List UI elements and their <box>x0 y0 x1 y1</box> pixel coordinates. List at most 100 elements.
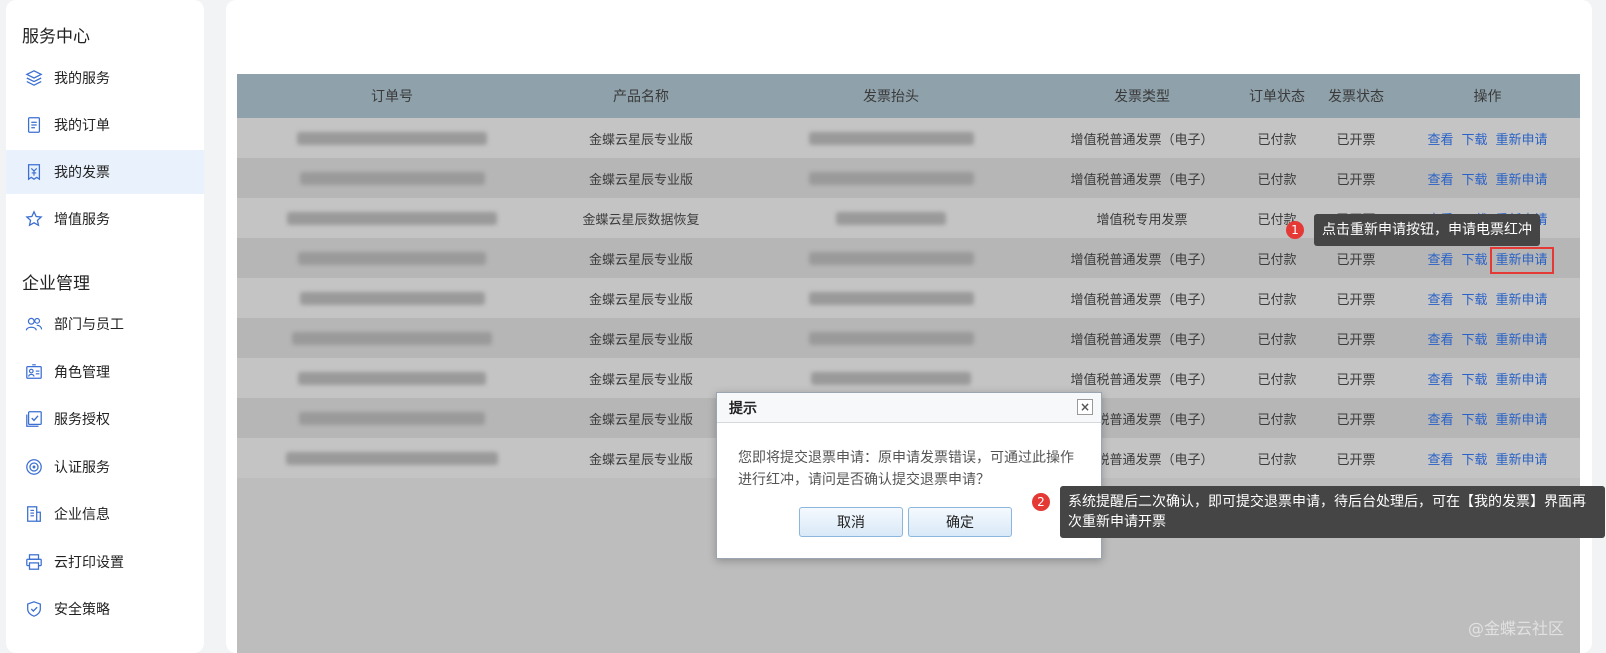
sidebar-item-label: 企业信息 <box>54 507 110 523</box>
download-link[interactable]: 下载 <box>1461 173 1487 188</box>
download-link[interactable]: 下载 <box>1461 373 1487 388</box>
watermark: @金蝶云社区 <box>1467 619 1564 638</box>
view-link[interactable]: 查看 <box>1427 173 1453 188</box>
download-link[interactable]: 下载 <box>1461 293 1487 308</box>
cell-product-name: 金蝶云星辰数据恢复 <box>582 212 700 228</box>
view-link[interactable]: 查看 <box>1427 293 1453 308</box>
cell-invoice-title <box>735 238 1047 278</box>
redacted-invoice-title <box>808 171 974 185</box>
authorize-check-icon <box>24 409 44 429</box>
star-icon <box>24 209 44 229</box>
sidebar-item-security[interactable]: 安全策略 <box>6 587 204 631</box>
sidebar-item-certification[interactable]: 认证服务 <box>6 445 204 489</box>
view-link[interactable]: 查看 <box>1427 253 1453 268</box>
reapply-link[interactable]: 重新申请 <box>1489 246 1554 274</box>
redacted-order-number <box>299 291 485 305</box>
download-link[interactable]: 下载 <box>1461 453 1487 468</box>
sidebar-item-my-orders[interactable]: 我的订单 <box>6 103 204 147</box>
view-link[interactable]: 查看 <box>1427 373 1453 388</box>
confirm-dialog: 提示 × 您即将提交退票申请：原申请发票错误，可通过此操作进行红冲，请问是否确认… <box>716 392 1102 559</box>
cell-invoice-status: 已开票 <box>1336 412 1376 428</box>
cell-order-status: 已付款 <box>1257 252 1297 268</box>
cell-order-status: 已付款 <box>1257 212 1297 228</box>
header-order-number: 订单号 <box>371 89 413 105</box>
sidebar-item-label: 部门与员工 <box>54 317 124 333</box>
cell-order-status: 已付款 <box>1257 332 1297 348</box>
reapply-link[interactable]: 重新申请 <box>1496 333 1548 348</box>
cell-invoice-title <box>735 158 1047 198</box>
cell-invoice-title <box>735 278 1047 318</box>
sidebar-item-label: 我的发票 <box>54 165 110 181</box>
cell-order-number <box>237 358 547 398</box>
cell-product-name: 金蝶云星辰专业版 <box>588 132 693 148</box>
cancel-button[interactable]: 取消 <box>799 507 903 537</box>
cell-invoice-type: 增值税普通发票（电子） <box>1070 172 1214 188</box>
cell-invoice-status: 已开票 <box>1336 132 1376 148</box>
cell-invoice-title <box>735 118 1047 158</box>
group-title-service-center: 服务中心 <box>22 27 90 47</box>
sidebar-item-label: 服务授权 <box>54 412 110 428</box>
people-icon <box>24 314 44 334</box>
cell-actions: 查看下载重新申请 <box>1395 398 1580 438</box>
cell-invoice-status: 已开票 <box>1336 332 1376 348</box>
cell-product-name: 金蝶云星辰专业版 <box>588 412 693 428</box>
header-product-name: 产品名称 <box>613 89 669 105</box>
sidebar-item-cloud-print[interactable]: 云打印设置 <box>6 540 204 584</box>
cell-order-number <box>237 198 547 238</box>
reapply-link[interactable]: 重新申请 <box>1496 173 1548 188</box>
redacted-invoice-title <box>808 131 974 145</box>
download-link[interactable]: 下载 <box>1461 133 1487 148</box>
cell-order-status: 已付款 <box>1257 412 1297 428</box>
table-row: 金蝶云星辰专业版 增值税普通发票（电子） 已付款 已开票 查看 下载 重新申请 <box>237 158 1580 198</box>
cell-invoice-type: 增值税专用发票 <box>1096 212 1188 228</box>
cell-invoice-status: 已开票 <box>1336 292 1376 308</box>
cell-actions: 查看下载重新申请 <box>1395 358 1580 398</box>
sidebar-item-my-services[interactable]: 我的服务 <box>6 56 204 100</box>
view-link[interactable]: 查看 <box>1427 413 1453 428</box>
sidebar-item-company-info[interactable]: 企业信息 <box>6 492 204 536</box>
header-actions: 操作 <box>1473 89 1502 105</box>
view-link[interactable]: 查看 <box>1427 133 1453 148</box>
invoice-icon <box>24 162 44 182</box>
view-link[interactable]: 查看 <box>1427 333 1453 348</box>
invoice-table-container: 订单号 产品名称 发票抬头 发票类型 订单状态 发票状态 操作 金蝶云星辰专业版… <box>237 74 1580 653</box>
table-row: 金蝶云星辰专业版 增值税普通发票（电子） 已付款 已开票 查看 下载 重新申请 <box>237 278 1580 318</box>
sidebar-item-my-invoices[interactable]: 我的发票 <box>6 150 204 194</box>
redacted-invoice-title <box>836 211 946 225</box>
redacted-invoice-title <box>811 371 971 385</box>
sidebar-item-value-added[interactable]: 增值服务 <box>6 197 204 241</box>
redacted-order-number <box>287 211 497 225</box>
sidebar-item-roles[interactable]: 角色管理 <box>6 350 204 394</box>
cell-invoice-title <box>735 198 1047 238</box>
table-row: 金蝶云星辰专业版 增值税普通发票（电子） 已付款 已开票 查看 下载 重新申请 <box>237 318 1580 358</box>
reapply-link[interactable]: 重新申请 <box>1496 413 1548 428</box>
cell-actions: 查看下载重新申请 <box>1395 278 1580 318</box>
shield-icon <box>24 599 44 619</box>
reapply-link[interactable]: 重新申请 <box>1496 373 1548 388</box>
download-link[interactable]: 下载 <box>1461 413 1487 428</box>
reapply-link[interactable]: 重新申请 <box>1496 133 1548 148</box>
cell-order-number <box>237 398 547 438</box>
building-doc-icon <box>24 504 44 524</box>
sidebar-item-departments[interactable]: 部门与员工 <box>6 302 204 346</box>
sidebar-item-authorization[interactable]: 服务授权 <box>6 397 204 441</box>
layers-icon <box>24 68 44 88</box>
cell-product-name: 金蝶云星辰专业版 <box>588 292 693 308</box>
cell-invoice-type: 增值税普通发票（电子） <box>1070 132 1214 148</box>
dialog-header: 提示 × <box>717 393 1101 423</box>
redacted-order-number <box>292 331 492 345</box>
cell-invoice-type: 增值税普通发票（电子） <box>1070 332 1214 348</box>
redacted-order-number <box>299 411 485 425</box>
dialog-close-button[interactable]: × <box>1077 399 1093 415</box>
cell-order-status: 已付款 <box>1257 372 1297 388</box>
annotation-tooltip-1: 点击重新申请按钮，申请电票红冲 <box>1314 214 1540 246</box>
download-link[interactable]: 下载 <box>1461 333 1487 348</box>
cell-order-status: 已付款 <box>1257 452 1297 468</box>
confirm-button[interactable]: 确定 <box>908 507 1012 537</box>
cell-product-name: 金蝶云星辰专业版 <box>588 332 693 348</box>
table-row: 金蝶云星辰专业版 增值税普通发票（电子） 已付款 已开票 查看 下载 重新申请 <box>237 118 1580 158</box>
reapply-link[interactable]: 重新申请 <box>1496 293 1548 308</box>
download-link[interactable]: 下载 <box>1461 253 1487 268</box>
view-link[interactable]: 查看 <box>1427 453 1453 468</box>
reapply-link[interactable]: 重新申请 <box>1496 453 1548 468</box>
